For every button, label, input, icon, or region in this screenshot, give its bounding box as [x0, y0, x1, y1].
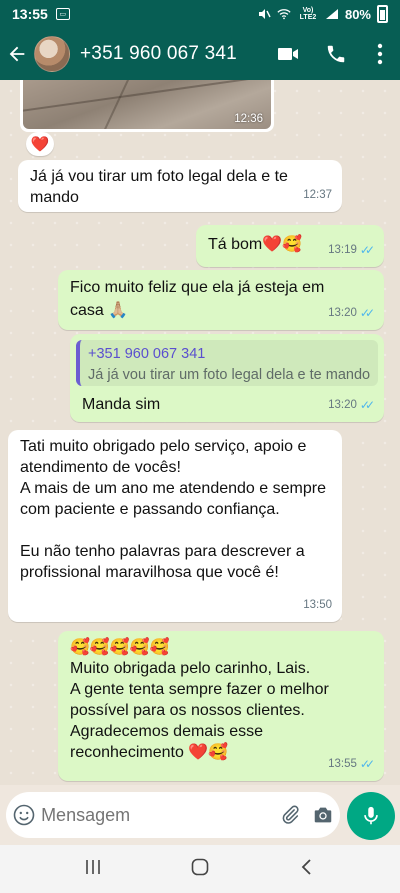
message-text: 🥰🥰🥰🥰🥰 Muito obrigada pelo carinho, Lais.…	[70, 639, 329, 761]
message-input[interactable]	[41, 804, 274, 826]
message-outgoing[interactable]: Fico muito feliz que ela já esteja em ca…	[58, 270, 384, 330]
message-outgoing[interactable]: Tá bom❤️🥰 13:19 ✓✓	[196, 225, 384, 267]
composer-bar	[0, 785, 400, 845]
network-label: Vo) LTE2	[299, 7, 317, 21]
read-ticks-icon: ✓✓	[359, 398, 375, 412]
avatar[interactable]	[34, 36, 70, 72]
message-meta: 13:20 ✓✓	[328, 303, 375, 324]
emoji-button[interactable]	[6, 803, 41, 827]
message-meta: 12:37	[303, 185, 332, 206]
contact-name[interactable]: +351 960 067 341	[80, 43, 264, 65]
camera-icon	[315, 807, 332, 823]
message-outgoing-reply[interactable]: +351 960 067 341 Já já vou tirar um foto…	[70, 334, 384, 422]
message-composer[interactable]	[6, 792, 340, 838]
recents-icon	[86, 859, 100, 874]
message-meta: 13:19 ✓✓	[328, 240, 375, 261]
message-time: 13:19	[328, 244, 357, 256]
message-time: 13:50	[303, 599, 332, 611]
phone-icon	[327, 45, 345, 63]
message-time: 12:37	[303, 189, 332, 201]
message-incoming[interactable]: Tati muito obrigado pelo serviço, apoio …	[8, 430, 342, 622]
photo-message[interactable]: 12:36	[20, 80, 274, 132]
read-ticks-icon: ✓✓	[359, 306, 375, 320]
message-meta: 13:55 ✓✓	[328, 754, 375, 775]
camera-button[interactable]	[307, 804, 340, 826]
paperclip-icon	[282, 805, 299, 824]
recents-button[interactable]	[84, 858, 102, 881]
microphone-icon	[364, 806, 378, 825]
nav-back-button[interactable]	[298, 858, 316, 881]
notification-icon: ▭	[55, 8, 70, 20]
back-button[interactable]	[0, 28, 34, 80]
battery-level: 80%	[344, 6, 371, 22]
chat-area[interactable]: 12:36 ❤️ Já já vou tirar um foto legal d…	[0, 80, 400, 785]
message-time: 13:20	[328, 399, 357, 411]
message-text: Já já vou tirar um foto legal dela e te …	[30, 168, 288, 206]
system-nav-bar	[0, 845, 400, 893]
message-outgoing[interactable]: 🥰🥰🥰🥰🥰 Muito obrigada pelo carinho, Lais.…	[58, 631, 384, 781]
message-meta: 13:50	[303, 595, 332, 616]
voice-call-button[interactable]	[312, 28, 360, 80]
message-incoming[interactable]: Já já vou tirar um foto legal dela e te …	[18, 160, 342, 212]
read-ticks-icon: ✓✓	[359, 243, 375, 257]
voice-record-button[interactable]	[347, 792, 395, 840]
message-meta: 13:20 ✓✓	[328, 395, 375, 416]
read-ticks-icon: ✓✓	[359, 757, 375, 771]
arrow-left-icon	[9, 46, 25, 62]
video-camera-icon	[278, 48, 298, 60]
menu-button[interactable]	[360, 28, 400, 80]
video-call-button[interactable]	[264, 28, 312, 80]
quoted-text: Já já vou tirar um foto legal dela e te …	[88, 367, 370, 383]
message-text: Fico muito feliz que ela já esteja em ca…	[70, 279, 325, 319]
mute-icon	[258, 9, 271, 19]
attach-button[interactable]	[273, 804, 306, 826]
home-button[interactable]	[190, 857, 210, 882]
message-text: Manda sim	[82, 396, 161, 413]
more-vertical-icon	[377, 43, 383, 65]
photo-thumbnail[interactable]: 12:36	[23, 80, 271, 129]
smiley-icon	[13, 804, 34, 826]
quoted-message[interactable]: +351 960 067 341 Já já vou tirar um foto…	[76, 340, 378, 386]
chevron-left-icon	[301, 858, 311, 875]
battery-icon	[377, 5, 388, 23]
status-time: 13:55	[12, 6, 48, 22]
home-icon	[191, 858, 209, 875]
message-text: Tati muito obrigado pelo serviço, apoio …	[20, 438, 326, 581]
message-time: 13:20	[328, 307, 357, 319]
heart-reaction[interactable]: ❤️	[26, 132, 54, 156]
signal-icon	[325, 9, 338, 19]
wifi-icon	[277, 9, 291, 20]
status-bar: 13:55 ▭ Vo) LTE2 80%	[0, 0, 400, 28]
quoted-sender: +351 960 067 341	[88, 346, 206, 362]
message-time: 12:36	[234, 113, 263, 125]
message-time: 13:55	[328, 758, 357, 770]
chat-header: +351 960 067 341	[0, 28, 400, 80]
